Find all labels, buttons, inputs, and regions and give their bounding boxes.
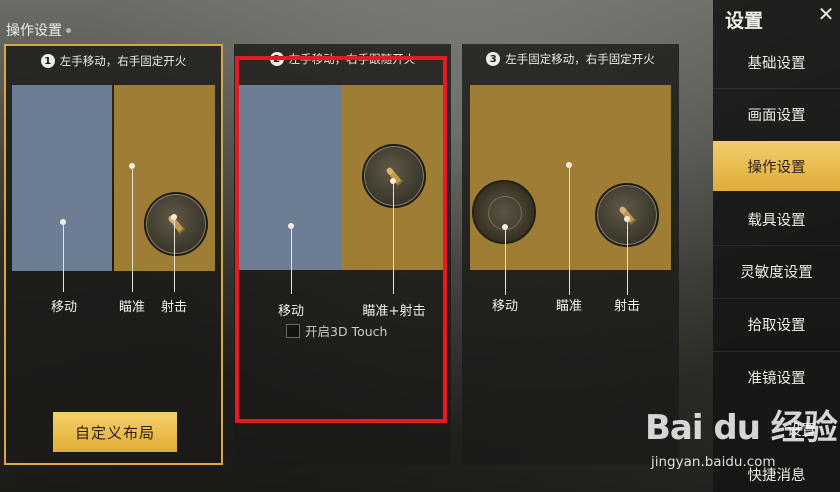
- option-card-2[interactable]: 2 左手移动，右手跟随开火 移动 瞄准+射击 开启3D Touch: [234, 44, 451, 465]
- option-1-header: 1 左手移动，右手固定开火: [6, 52, 221, 70]
- page-title: 操作设置: [6, 20, 71, 40]
- watermark-url: jingyan.baidu.com: [651, 454, 776, 470]
- sidebar-item-controls[interactable]: 操作设置: [713, 141, 840, 191]
- option-1-number: 1: [40, 54, 55, 68]
- move-zone: [12, 85, 112, 271]
- move-label: 移动: [50, 300, 77, 315]
- watermark-logo: Bai du 经验: [645, 408, 838, 448]
- option-2-title: 左手移动，右手跟随开火: [288, 52, 416, 66]
- sidebar-item-pickup[interactable]: 拾取设置: [713, 299, 840, 349]
- 3d-touch-option[interactable]: 开启3D Touch: [286, 321, 387, 340]
- option-card-1[interactable]: 1 左手移动，右手固定开火 移动 瞄准 射击 自定义布局: [4, 44, 223, 465]
- option-2-header: 2 左手移动，右手跟随开火: [234, 50, 451, 68]
- option-3-header: 3 左手固定移动，右手固定开火: [462, 50, 679, 68]
- fire-label: 射击: [613, 299, 640, 314]
- custom-layout-button[interactable]: 自定义布局: [53, 412, 177, 452]
- bullet-icon: [386, 167, 404, 187]
- option-1-title: 左手移动，右手固定开火: [59, 54, 187, 68]
- option-2-number: 2: [269, 52, 284, 66]
- aim-fire-label: 瞄准+射击: [362, 304, 426, 319]
- bullet-icon: [168, 215, 186, 235]
- fire-pointer-line: [627, 219, 628, 295]
- aim-label: 瞄准: [555, 299, 582, 314]
- move-pointer-line: [505, 227, 506, 295]
- move-label: 移动: [277, 304, 304, 319]
- 3d-touch-label: 开启3D Touch: [305, 324, 388, 339]
- aim-pointer-line: [132, 166, 133, 292]
- move-pointer-line: [63, 222, 64, 292]
- sidebar-item-vehicle[interactable]: 载具设置: [713, 194, 840, 244]
- 3d-touch-checkbox[interactable]: [286, 323, 300, 338]
- aim-pointer-line: [569, 165, 570, 295]
- sidebar-item-graphics[interactable]: 画面设置: [713, 89, 840, 139]
- sidebar-item-basic[interactable]: 基础设置: [713, 37, 840, 87]
- close-icon[interactable]: ✕: [814, 2, 838, 26]
- fire-pointer-line: [174, 217, 175, 292]
- title-dot-icon: [66, 27, 71, 33]
- page-title-text: 操作设置: [6, 23, 62, 39]
- aim-fire-pointer-line: [393, 181, 394, 294]
- option-3-title: 左手固定移动，右手固定开火: [505, 52, 655, 66]
- fire-button-preview: [144, 192, 208, 256]
- move-zone: [238, 85, 342, 270]
- move-pointer-line: [291, 226, 292, 294]
- move-label: 移动: [491, 299, 518, 314]
- fire-label: 射击: [160, 300, 187, 315]
- joystick-preview: [472, 180, 536, 244]
- sidebar-title: 设置: [725, 10, 764, 32]
- aim-label: 瞄准: [118, 300, 145, 315]
- sidebar-item-scope[interactable]: 准镜设置: [713, 352, 840, 402]
- sidebar-item-sensitivity[interactable]: 灵敏度设置: [713, 246, 840, 296]
- option-3-number: 3: [486, 52, 501, 66]
- fire-button-preview: [362, 144, 426, 208]
